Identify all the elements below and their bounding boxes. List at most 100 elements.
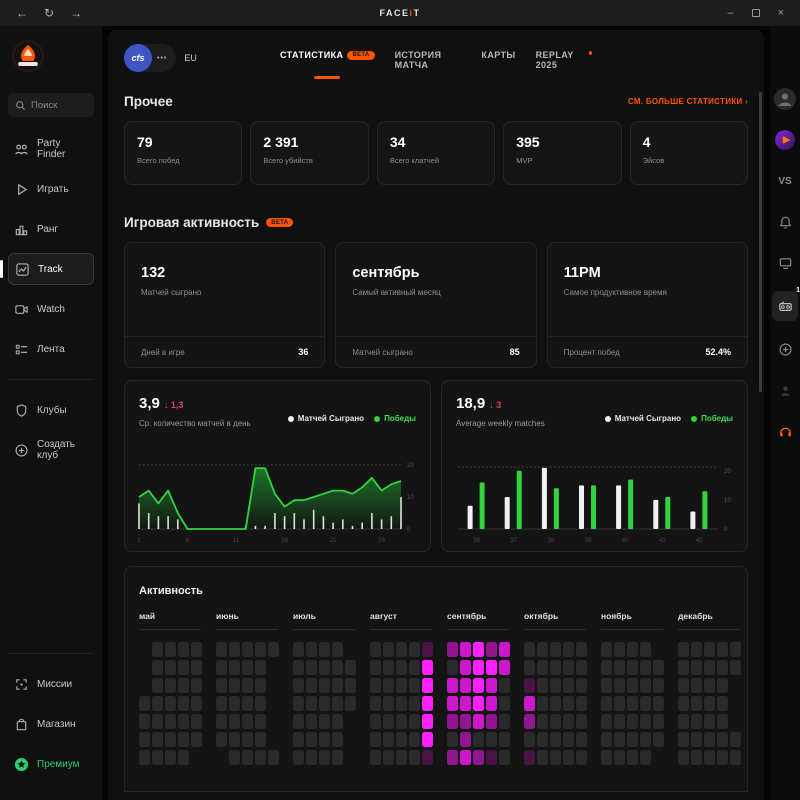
- chat-icon[interactable]: 1: [772, 291, 798, 321]
- heatmap-cell[interactable]: [524, 714, 535, 729]
- heatmap-cell[interactable]: [332, 642, 343, 657]
- heatmap-cell[interactable]: [383, 696, 394, 711]
- heatmap-cell[interactable]: [717, 714, 728, 729]
- heatmap-cell[interactable]: [499, 750, 510, 765]
- heatmap-cell[interactable]: [717, 660, 728, 675]
- heatmap-cell[interactable]: [563, 714, 574, 729]
- heatmap-cell[interactable]: [242, 732, 253, 747]
- heatmap-cell[interactable]: [653, 696, 664, 711]
- heatmap-cell[interactable]: [293, 696, 304, 711]
- heatmap-cell[interactable]: [191, 660, 202, 675]
- heatmap-cell[interactable]: [216, 696, 227, 711]
- heatmap-cell[interactable]: [678, 732, 689, 747]
- heatmap-cell[interactable]: [383, 642, 394, 657]
- back-button[interactable]: ←: [16, 6, 28, 20]
- heatmap-cell[interactable]: [139, 750, 150, 765]
- tab-statistics[interactable]: СТАТИСТИКАBETA: [280, 50, 375, 79]
- heatmap-cell[interactable]: [550, 750, 561, 765]
- heatmap-cell[interactable]: [460, 642, 471, 657]
- scrollbar[interactable]: [759, 92, 762, 392]
- heatmap-cell[interactable]: [653, 660, 664, 675]
- heatmap-cell[interactable]: [229, 678, 240, 693]
- heatmap-cell[interactable]: [704, 732, 715, 747]
- heatmap-cell[interactable]: [152, 714, 163, 729]
- heatmap-cell[interactable]: [550, 678, 561, 693]
- heatmap-cell[interactable]: [370, 642, 381, 657]
- heatmap-cell[interactable]: [499, 696, 510, 711]
- heatmap-cell[interactable]: [563, 660, 574, 675]
- heatmap-cell[interactable]: [691, 714, 702, 729]
- heatmap-cell[interactable]: [601, 732, 612, 747]
- heatmap-cell[interactable]: [704, 696, 715, 711]
- heatmap-cell[interactable]: [216, 678, 227, 693]
- heatmap-cell[interactable]: [242, 642, 253, 657]
- heatmap-cell[interactable]: [537, 732, 548, 747]
- heatmap-cell[interactable]: [447, 678, 458, 693]
- search-field[interactable]: [31, 100, 87, 111]
- tab-replay[interactable]: REPLAY 2025: [536, 50, 592, 70]
- heatmap-cell[interactable]: [268, 642, 279, 657]
- heatmap-cell[interactable]: [178, 714, 189, 729]
- heatmap-cell[interactable]: [537, 696, 548, 711]
- heatmap-cell[interactable]: [717, 732, 728, 747]
- sidebar-item-create-club[interactable]: Создать клуб: [8, 434, 94, 466]
- heatmap-cell[interactable]: [473, 678, 484, 693]
- forum-icon[interactable]: [772, 250, 798, 276]
- heatmap-cell[interactable]: [178, 678, 189, 693]
- heatmap-cell[interactable]: [319, 714, 330, 729]
- heatmap-cell[interactable]: [178, 660, 189, 675]
- heatmap-cell[interactable]: [704, 660, 715, 675]
- heatmap-cell[interactable]: [601, 660, 612, 675]
- heatmap-cell[interactable]: [473, 714, 484, 729]
- heatmap-cell[interactable]: [653, 678, 664, 693]
- heatmap-cell[interactable]: [447, 642, 458, 657]
- heatmap-cell[interactable]: [409, 660, 420, 675]
- heatmap-cell[interactable]: [383, 678, 394, 693]
- weekly-matches-chart-card[interactable]: 18,9↓ 3 Average weekly matches Матчей Сы…: [441, 380, 748, 552]
- heatmap-cell[interactable]: [306, 732, 317, 747]
- heatmap-cell[interactable]: [447, 750, 458, 765]
- maximize-button[interactable]: [752, 9, 760, 17]
- heatmap-cell[interactable]: [409, 750, 420, 765]
- heatmap-cell[interactable]: [370, 714, 381, 729]
- heatmap-cell[interactable]: [178, 732, 189, 747]
- heatmap-cell[interactable]: [704, 678, 715, 693]
- heatmap-cell[interactable]: [447, 714, 458, 729]
- heatmap-cell[interactable]: [306, 660, 317, 675]
- heatmap-cell[interactable]: [216, 732, 227, 747]
- heatmap-cell[interactable]: [178, 750, 189, 765]
- heatmap-cell[interactable]: [306, 750, 317, 765]
- heatmap-cell[interactable]: [319, 642, 330, 657]
- heatmap-cell[interactable]: [306, 696, 317, 711]
- heatmap-cell[interactable]: [422, 750, 433, 765]
- heatmap-cell[interactable]: [730, 750, 741, 765]
- heatmap-cell[interactable]: [717, 750, 728, 765]
- heatmap-cell[interactable]: [178, 642, 189, 657]
- heatmap-cell[interactable]: [306, 642, 317, 657]
- heatmap-cell[interactable]: [717, 642, 728, 657]
- heatmap-cell[interactable]: [319, 750, 330, 765]
- heatmap-cell[interactable]: [627, 678, 638, 693]
- heatmap-cell[interactable]: [345, 696, 356, 711]
- heatmap-cell[interactable]: [242, 750, 253, 765]
- sidebar-item-clubs[interactable]: Клубы: [8, 394, 94, 426]
- heatmap-cell[interactable]: [524, 660, 535, 675]
- heatmap-cell[interactable]: [499, 732, 510, 747]
- profile-pill[interactable]: cfs •••: [124, 44, 176, 72]
- heatmap-cell[interactable]: [191, 714, 202, 729]
- heatmap-cell[interactable]: [678, 642, 689, 657]
- heatmap-cell[interactable]: [473, 660, 484, 675]
- heatmap-cell[interactable]: [717, 678, 728, 693]
- heatmap-cell[interactable]: [576, 660, 587, 675]
- heatmap-cell[interactable]: [473, 732, 484, 747]
- heatmap-cell[interactable]: [229, 696, 240, 711]
- heatmap-cell[interactable]: [524, 750, 535, 765]
- heatmap-cell[interactable]: [576, 714, 587, 729]
- heatmap-cell[interactable]: [165, 750, 176, 765]
- heatmap-cell[interactable]: [486, 642, 497, 657]
- heatmap-cell[interactable]: [691, 678, 702, 693]
- minimize-button[interactable]: –: [727, 7, 733, 19]
- heatmap-cell[interactable]: [229, 732, 240, 747]
- sidebar-item-premium[interactable]: Премиум: [8, 748, 94, 780]
- heatmap-cell[interactable]: [370, 678, 381, 693]
